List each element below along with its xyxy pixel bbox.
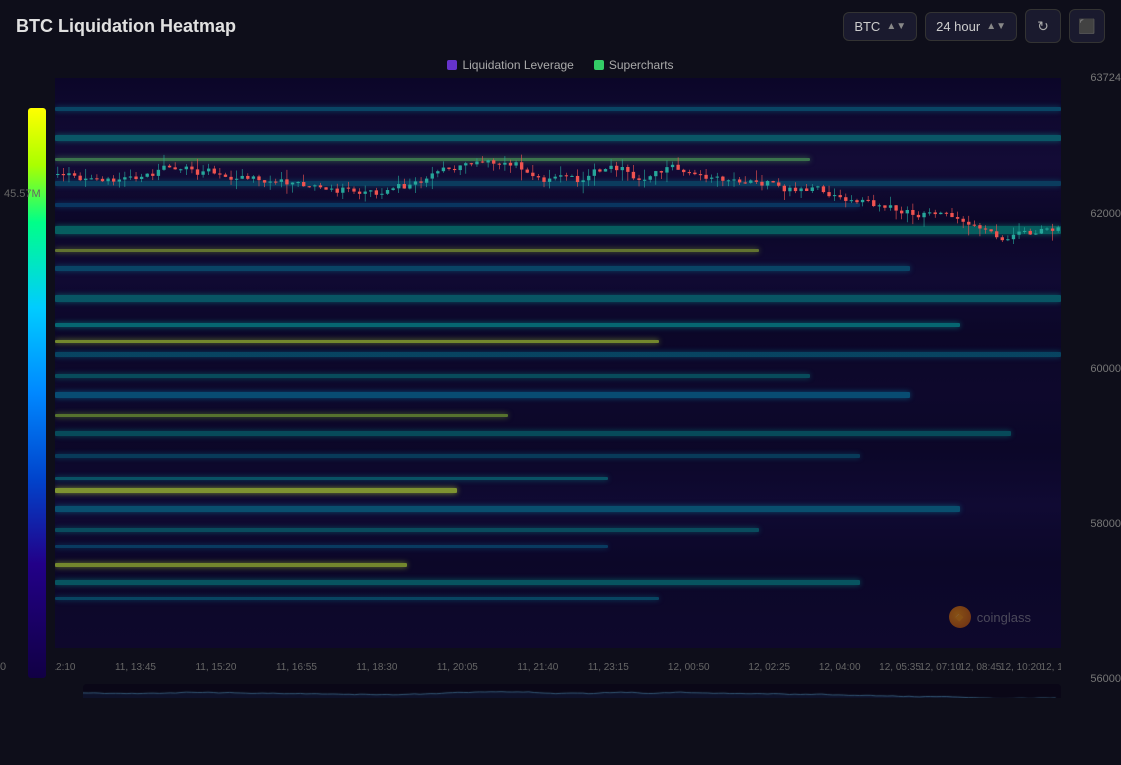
time-label: 12, 11:55 xyxy=(1041,662,1061,673)
time-label: 12, 08:45 xyxy=(960,662,1002,673)
screenshot-button[interactable]: ⬛ xyxy=(1069,9,1105,43)
time-label: 11, 18:30 xyxy=(356,662,397,673)
legend: Liquidation Leverage Supercharts xyxy=(0,52,1121,78)
liq-bar xyxy=(55,528,759,532)
legend-supercharts: Supercharts xyxy=(594,58,674,72)
time-label: 12, 02:25 xyxy=(748,662,790,673)
time-selector[interactable]: 24 hour ▲▼ xyxy=(925,12,1017,41)
coin-value: BTC xyxy=(854,19,880,34)
time-label: 11, 16:55 xyxy=(276,662,317,673)
liq-bar xyxy=(55,414,508,417)
heatmap-canvas: 🔶 coinglass xyxy=(55,78,1061,648)
liq-bar xyxy=(55,597,659,600)
legend-liquidation-label: Liquidation Leverage xyxy=(462,58,573,72)
time-label: 11, 20:05 xyxy=(437,662,478,673)
liq-bar xyxy=(55,107,1061,111)
time-label: 11, 12:10 xyxy=(55,662,75,673)
coinglass-logo: 🔶 xyxy=(949,606,971,628)
liquidation-bars xyxy=(55,78,1061,648)
liq-bar xyxy=(55,266,910,271)
liq-bar xyxy=(55,488,457,493)
page-title: BTC Liquidation Heatmap xyxy=(16,16,843,37)
time-label: 11, 13:45 xyxy=(115,662,156,673)
chart-container: 45.57M 0 🔶 coinglass 11, 12:10 11, 13:45 xyxy=(0,78,1121,698)
time-label: 11, 15:20 xyxy=(195,662,236,673)
liq-bar xyxy=(55,158,810,161)
time-chevron-icon: ▲▼ xyxy=(986,21,1006,32)
cg-logo-text: 🔶 xyxy=(955,613,965,622)
right-price-axis: 6372462000600005800056000 xyxy=(1061,78,1121,698)
mini-chart-scrollbar[interactable]: ⋮ ⋮ xyxy=(83,684,1061,698)
liq-bar xyxy=(55,454,860,458)
refresh-icon: ↻ xyxy=(1037,18,1049,35)
liq-bar xyxy=(55,203,860,207)
liq-bar xyxy=(55,431,1011,436)
liq-bar xyxy=(55,295,1061,302)
price-label: 63724 xyxy=(1090,72,1121,84)
time-label: 12, 07:10 xyxy=(919,662,961,673)
supercharts-dot xyxy=(594,60,604,70)
y-scale-area: 45.57M 0 xyxy=(0,78,55,698)
liq-bar xyxy=(55,374,810,378)
liq-bar xyxy=(55,545,608,548)
liq-bar xyxy=(55,226,1061,234)
coin-selector[interactable]: BTC ▲▼ xyxy=(843,12,917,41)
liq-bar xyxy=(55,392,910,398)
liq-bar xyxy=(55,563,407,567)
price-label: 56000 xyxy=(1090,673,1121,685)
watermark-text: coinglass xyxy=(977,610,1031,625)
time-axis: 11, 12:10 11, 13:45 11, 15:20 11, 16:55 11, … xyxy=(55,652,1061,682)
liq-bar xyxy=(55,249,759,252)
liq-bar xyxy=(55,340,659,343)
liq-bar xyxy=(55,580,860,585)
liquidation-dot xyxy=(447,60,457,70)
time-label: 11, 23:15 xyxy=(588,662,629,673)
time-label: 12, 04:00 xyxy=(819,662,861,673)
price-labels xyxy=(1001,78,1061,648)
time-label: 12, 10:20 xyxy=(1000,662,1042,673)
liq-bar xyxy=(55,477,608,480)
legend-liquidation: Liquidation Leverage xyxy=(447,58,573,72)
watermark: 🔶 coinglass xyxy=(949,606,1031,628)
time-value: 24 hour xyxy=(936,19,980,34)
legend-supercharts-label: Supercharts xyxy=(609,58,674,72)
header: BTC Liquidation Heatmap BTC ▲▼ 24 hour ▲… xyxy=(0,0,1121,52)
controls-area: BTC ▲▼ 24 hour ▲▼ ↻ ⬛ xyxy=(843,9,1105,43)
liq-bar xyxy=(55,323,960,327)
scale-max-label: 45.57M xyxy=(4,188,41,200)
time-label: 12, 05:35 xyxy=(879,662,921,673)
scale-zero-label: 0 xyxy=(0,661,6,673)
refresh-button[interactable]: ↻ xyxy=(1025,9,1061,43)
liq-bar xyxy=(55,506,960,512)
camera-icon: ⬛ xyxy=(1078,18,1095,35)
time-label: 11, 21:40 xyxy=(517,662,558,673)
coin-chevron-icon: ▲▼ xyxy=(886,21,906,32)
price-label: 60000 xyxy=(1090,363,1121,375)
liq-bar xyxy=(55,181,1061,186)
liq-bar xyxy=(55,135,1061,141)
price-label: 62000 xyxy=(1090,208,1121,220)
liq-bar xyxy=(55,352,1061,357)
price-label: 58000 xyxy=(1090,518,1121,530)
time-label: 12, 00:50 xyxy=(668,662,710,673)
chart-area: 🔶 coinglass 11, 12:1011, 13:4511, 15:201… xyxy=(55,78,1061,698)
